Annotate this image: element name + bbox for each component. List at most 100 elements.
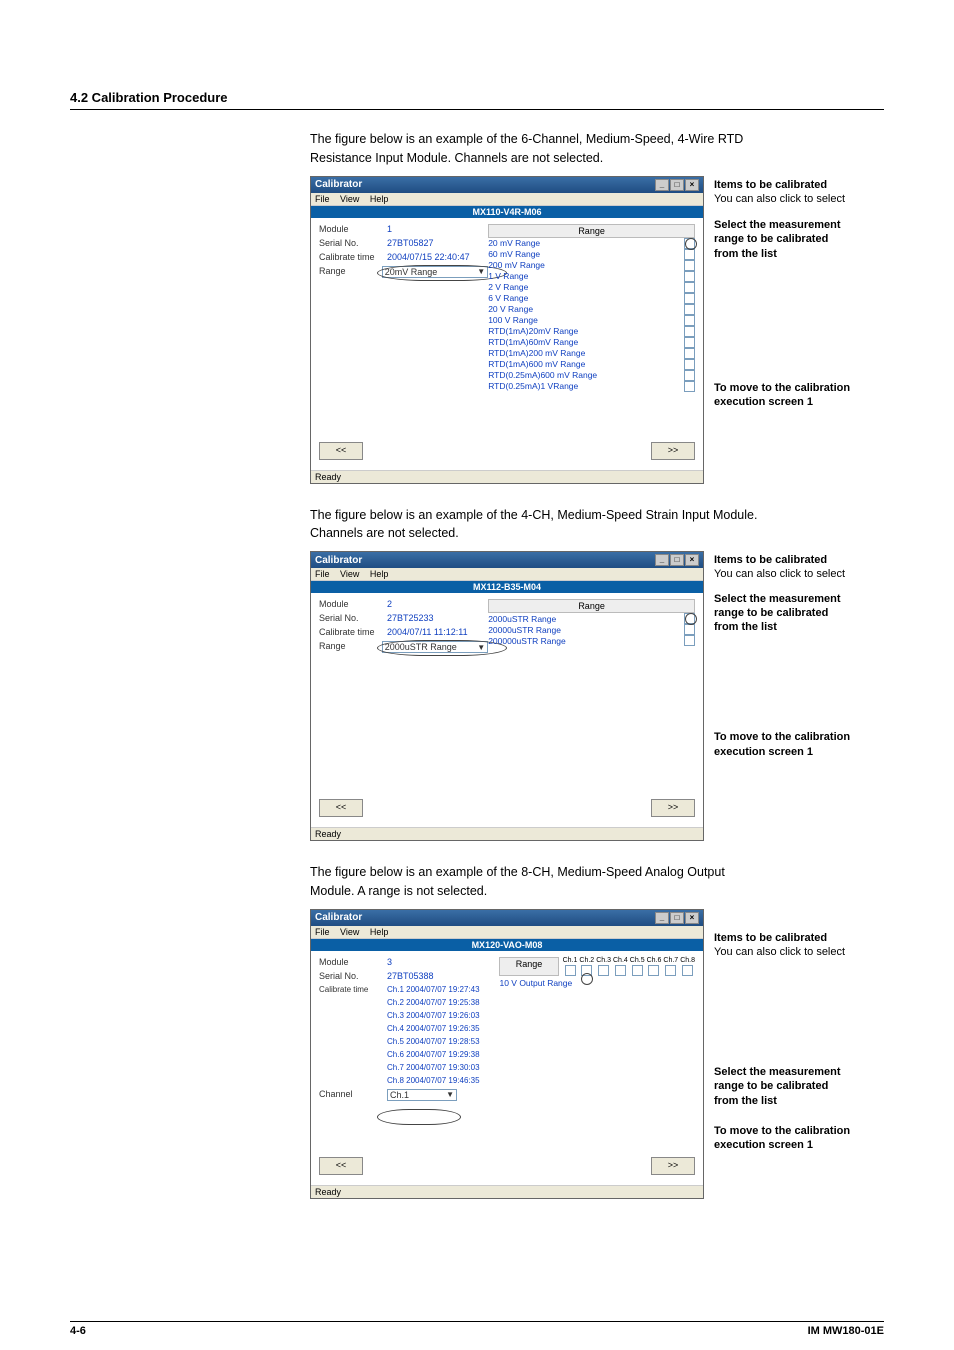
prev-button[interactable]: << [319, 442, 363, 460]
menu-help[interactable]: Help [370, 194, 389, 204]
menu-bar: File View Help [311, 568, 703, 581]
channel-checkbox[interactable] [682, 965, 693, 976]
label-range: Range [319, 641, 382, 653]
menu-view[interactable]: View [340, 569, 359, 579]
label-module: Module [319, 957, 387, 967]
range-checkbox[interactable] [684, 260, 695, 271]
label-serial: Serial No. [319, 238, 387, 248]
range-name: RTD(0.25mA)600 mV Range [488, 370, 684, 380]
page-number: 4-6 [70, 1325, 86, 1337]
value-serial: 27BT05827 [387, 238, 434, 248]
label-caltime: Calibrate time [319, 252, 387, 262]
range-header: Range [488, 224, 695, 238]
range-checkbox[interactable] [684, 381, 695, 392]
range-checkbox[interactable] [684, 304, 695, 315]
range-checkbox[interactable] [684, 326, 695, 337]
close-button[interactable]: × [685, 554, 699, 566]
label-caltime [319, 1024, 387, 1033]
range-name: RTD(1mA)200 mV Range [488, 348, 684, 358]
channel-column: Ch.1 [563, 957, 578, 976]
maximize-button[interactable]: □ [670, 179, 684, 191]
range-checkbox[interactable] [684, 635, 695, 646]
value-caltime: Ch.8 2004/07/07 19:46:35 [387, 1076, 480, 1085]
close-button[interactable]: × [685, 912, 699, 924]
menu-file[interactable]: File [315, 194, 330, 204]
next-button[interactable]: >> [651, 442, 695, 460]
channel-dropdown[interactable]: Ch.1▼ [387, 1089, 457, 1101]
channel-checkbox[interactable] [665, 965, 676, 976]
channel-checkbox[interactable] [615, 965, 626, 976]
range-checkbox[interactable] [684, 624, 695, 635]
range-header: Range [499, 957, 558, 976]
annotation-text: from the list [714, 620, 884, 634]
caltime-row: Ch.7 2004/07/07 19:30:03 [319, 1063, 499, 1072]
menu-bar: File View Help [311, 193, 703, 206]
channel-checkbox[interactable] [632, 965, 643, 976]
range-row: 2 V Range [488, 282, 695, 293]
label-module: Module [319, 599, 387, 609]
channel-label: Ch.6 [647, 957, 662, 964]
label-caltime: Calibrate time [319, 985, 387, 994]
range-checkbox[interactable] [684, 348, 695, 359]
minimize-button[interactable]: _ [655, 912, 669, 924]
value-serial: 27BT25233 [387, 613, 434, 623]
range-row: RTD(1mA)20mV Range [488, 326, 695, 337]
range-checkbox[interactable] [684, 370, 695, 381]
range-checkbox[interactable] [684, 359, 695, 370]
range-row: 2000uSTR Range [488, 613, 695, 624]
close-button[interactable]: × [685, 179, 699, 191]
minimize-button[interactable]: _ [655, 554, 669, 566]
range-dropdown[interactable]: 20mV Range▼ [382, 266, 489, 278]
chevron-down-icon: ▼ [477, 643, 485, 652]
menu-file[interactable]: File [315, 927, 330, 937]
range-name: 60 mV Range [488, 249, 684, 259]
channel-checkbox[interactable] [598, 965, 609, 976]
value-caltime: Ch.4 2004/07/07 19:26:35 [387, 1024, 480, 1033]
menu-file[interactable]: File [315, 569, 330, 579]
range-row: RTD(1mA)200 mV Range [488, 348, 695, 359]
annotation-text: You can also click to select [714, 192, 884, 206]
range-name: RTD(1mA)20mV Range [488, 326, 684, 336]
range-checkbox[interactable] [684, 315, 695, 326]
annotation-title: To move to the calibration [714, 381, 884, 395]
status-bar: Ready [311, 470, 703, 483]
prev-button[interactable]: << [319, 799, 363, 817]
channel-column: Ch.3 [596, 957, 611, 976]
text-line: The figure below is an example of the 8-… [310, 865, 725, 879]
maximize-button[interactable]: □ [670, 554, 684, 566]
annotation: Items to be calibrated You can also clic… [714, 553, 884, 582]
calibrator-window: Calibrator _ □ × File View Help MX110-V4… [310, 176, 704, 484]
range-row: 1 V Range [488, 271, 695, 282]
value-caltime: Ch.2 2004/07/07 19:25:38 [387, 998, 480, 1007]
module-header: MX120-VAO-M08 [311, 939, 703, 951]
next-button[interactable]: >> [651, 1157, 695, 1175]
range-checkbox[interactable] [684, 249, 695, 260]
body-paragraph: The figure below is an example of the 4-… [310, 506, 884, 544]
maximize-button[interactable]: □ [670, 912, 684, 924]
next-button[interactable]: >> [651, 799, 695, 817]
annotation-text: execution screen 1 [714, 745, 884, 759]
menu-view[interactable]: View [340, 194, 359, 204]
menu-help[interactable]: Help [370, 569, 389, 579]
range-selected: 20mV Range [385, 267, 438, 277]
range-checkbox[interactable] [684, 337, 695, 348]
menu-help[interactable]: Help [370, 927, 389, 937]
range-checkbox[interactable] [684, 271, 695, 282]
annotation-text: You can also click to select [714, 945, 884, 959]
channel-checkbox[interactable] [565, 965, 576, 976]
calibrator-window: Calibrator _ □ × File View Help MX112-B3… [310, 551, 704, 841]
range-row: RTD(0.25mA)600 mV Range [488, 370, 695, 381]
channel-column: Ch.5 [630, 957, 645, 976]
prev-button[interactable]: << [319, 1157, 363, 1175]
range-dropdown[interactable]: 2000uSTR Range▼ [382, 641, 489, 653]
caltime-row: Ch.5 2004/07/07 19:28:53 [319, 1037, 499, 1046]
status-bar: Ready [311, 827, 703, 840]
menu-view[interactable]: View [340, 927, 359, 937]
doc-id: IM MW180-01E [808, 1325, 884, 1337]
range-checkbox[interactable] [684, 293, 695, 304]
channel-checkbox[interactable] [648, 965, 659, 976]
range-checkbox[interactable] [684, 282, 695, 293]
minimize-button[interactable]: _ [655, 179, 669, 191]
body-paragraph: The figure below is an example of the 6-… [310, 130, 884, 168]
annotation-text: execution screen 1 [714, 395, 884, 409]
